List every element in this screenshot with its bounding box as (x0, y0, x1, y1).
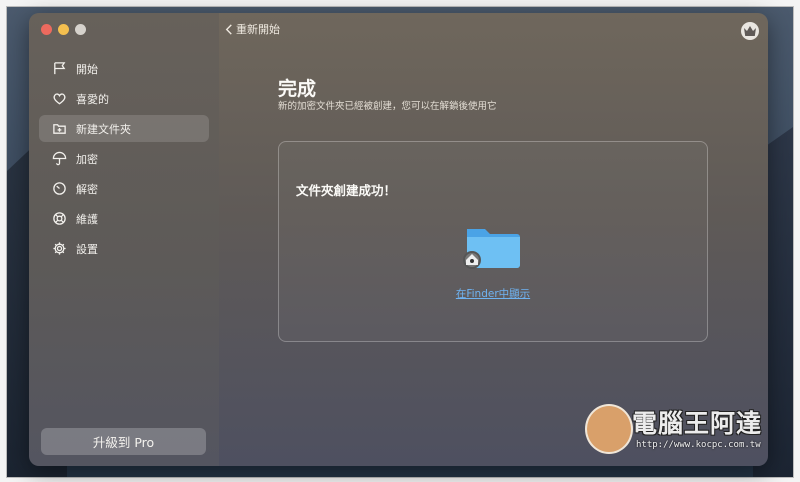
sidebar-item-label: 加密 (76, 152, 98, 166)
sidebar-item-settings[interactable]: 設置 (39, 235, 209, 262)
watermark-url: http://www.kocpc.com.tw (636, 440, 761, 450)
sidebar: 開始 喜愛的 新建文件夾 加密 解密 維護 設置 升級到 Pro (29, 13, 219, 466)
sidebar-item-label: 解密 (76, 182, 98, 196)
watermark-text: 電腦王阿達 (632, 409, 763, 438)
main-panel: 重新開始 完成 新的加密文件夾已經被創建，您可以在解鎖後使用它 文件夾創建成功！… (219, 13, 768, 466)
app-window: 開始 喜愛的 新建文件夾 加密 解密 維護 設置 升級到 Pro 重新開始 完成… (29, 13, 768, 466)
restart-back-button[interactable]: 重新開始 (225, 21, 280, 37)
gear-icon (51, 241, 67, 257)
success-heading: 文件夾創建成功！ (296, 183, 397, 198)
upgrade-to-pro-button[interactable]: 升級到 Pro (41, 428, 206, 455)
sidebar-item-new-folder[interactable]: 新建文件夾 (39, 115, 209, 142)
sidebar-item-label: 喜愛的 (76, 92, 109, 106)
timer-icon (51, 181, 67, 197)
sidebar-nav: 開始 喜愛的 新建文件夾 加密 解密 維護 設置 (39, 55, 209, 265)
sidebar-item-label: 開始 (76, 62, 98, 76)
sidebar-item-label: 設置 (76, 242, 98, 256)
back-label: 重新開始 (236, 23, 280, 36)
lifebuoy-icon (51, 211, 67, 227)
sidebar-item-maintenance[interactable]: 維護 (39, 205, 209, 232)
sidebar-item-start[interactable]: 開始 (39, 55, 209, 82)
flag-icon (51, 61, 67, 77)
show-in-finder-link[interactable]: 在Finder中顯示 (279, 286, 707, 301)
watermark-mascot (585, 404, 633, 454)
sidebar-item-encrypt[interactable]: 加密 (39, 145, 209, 172)
page-subtitle: 新的加密文件夾已經被創建，您可以在解鎖後使用它 (278, 101, 497, 112)
page-title: 完成 (278, 78, 317, 100)
minimize-window-button[interactable] (58, 24, 69, 35)
umbrella-icon (51, 151, 67, 167)
crown-icon[interactable] (741, 22, 759, 40)
new-folder-icon (51, 121, 67, 137)
heart-icon (51, 91, 67, 107)
chevron-left-icon (225, 23, 232, 35)
sidebar-item-favorites[interactable]: 喜愛的 (39, 85, 209, 112)
sidebar-item-decrypt[interactable]: 解密 (39, 175, 209, 202)
close-window-button[interactable] (41, 24, 52, 35)
zoom-window-button[interactable] (75, 24, 86, 35)
result-card: 文件夾創建成功！ 在Finder中顯示 (278, 141, 708, 342)
sidebar-item-label: 維護 (76, 212, 98, 226)
folder-icon (461, 219, 525, 273)
sidebar-item-label: 新建文件夾 (76, 122, 131, 136)
